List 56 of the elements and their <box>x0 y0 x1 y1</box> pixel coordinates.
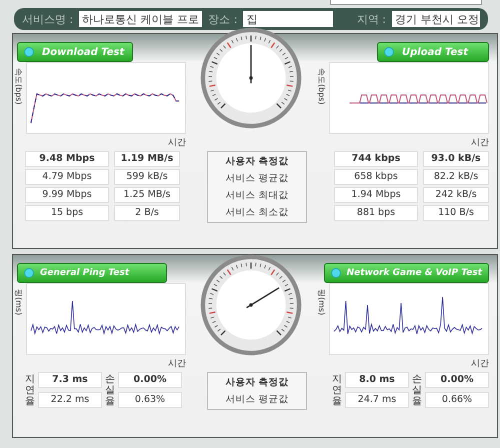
status-light-icon <box>384 47 394 57</box>
value-cell: 9.48 Mbps <box>25 151 109 167</box>
column-label: 지연율 <box>25 374 35 406</box>
column-label: 손실율 <box>105 374 115 406</box>
status-light-icon <box>24 47 34 57</box>
column-label: 지연율 <box>332 374 342 406</box>
legend-label: 서비스 평균값 <box>225 172 289 185</box>
legend-label: 사용자 측정값 <box>225 155 289 168</box>
value-cell: 0.63% <box>118 392 182 408</box>
value-cell: 242 kB/s <box>423 187 489 203</box>
value-cell: 0.00% <box>425 372 489 388</box>
value-cell: 82.2 kB/s <box>423 169 489 185</box>
value-cell: 599 kB/s <box>114 169 180 185</box>
axis-label: 핑(ms) <box>316 289 327 316</box>
axis-label: 속도(bps) <box>13 68 24 105</box>
axis-label: 핑(ms) <box>13 289 24 316</box>
value-cell: 4.79 Mbps <box>25 169 109 185</box>
value-cell: 1.25 MB/s <box>114 187 180 203</box>
legend-label: 사용자 측정값 <box>225 376 289 389</box>
field-label: 장소 : <box>208 12 238 26</box>
value-cell: 881 bps <box>334 205 418 221</box>
text-field[interactable]: 집 <box>243 11 333 27</box>
value-cell: 658 kbps <box>334 169 418 185</box>
legend-label: 서비스 평균값 <box>225 393 289 406</box>
legend-label: 서비스 최대값 <box>225 189 289 202</box>
test-button[interactable]: Network Game & VoIP Test <box>324 263 489 283</box>
column-label: 손실율 <box>412 374 422 406</box>
test-button[interactable]: Download Test <box>17 42 134 62</box>
value-cell: 93.0 kB/s <box>423 151 489 167</box>
axis-label: 시간 <box>471 358 489 370</box>
value-cell: 22.2 ms <box>38 392 102 408</box>
value-cell: 15 bps <box>25 205 109 221</box>
value-cell: 0.66% <box>425 392 489 408</box>
status-light-icon <box>24 268 34 278</box>
test-button[interactable]: General Ping Test <box>17 263 167 283</box>
text-field[interactable]: 하나로통신 케이블 프로 <box>79 11 202 27</box>
field-label: 지역 : <box>356 12 386 26</box>
value-cell: 7.3 ms <box>38 372 102 388</box>
axis-label: 시간 <box>168 137 186 149</box>
field-label: 서비스명 : <box>22 12 74 26</box>
value-cell: 1.94 Mbps <box>334 187 418 203</box>
axis-label: 시간 <box>168 358 186 370</box>
status-light-icon <box>330 268 341 278</box>
axis-label: 속도(bps) <box>316 68 327 105</box>
value-cell: 2 B/s <box>114 205 180 221</box>
value-cell: 9.99 Mbps <box>25 187 109 203</box>
value-cell: 0.00% <box>118 372 182 388</box>
text-field[interactable]: 경기 부천시 오정 <box>392 11 480 27</box>
axis-label: 시간 <box>471 137 489 149</box>
value-cell: 744 kbps <box>334 151 418 167</box>
legend-label: 서비스 최소값 <box>225 206 289 219</box>
value-cell: 24.7 ms <box>345 392 409 408</box>
value-cell: 110 B/s <box>423 205 489 221</box>
test-button[interactable]: Upload Test <box>377 42 489 62</box>
value-cell: 1.19 MB/s <box>114 151 180 167</box>
value-cell: 8.0 ms <box>345 372 409 388</box>
